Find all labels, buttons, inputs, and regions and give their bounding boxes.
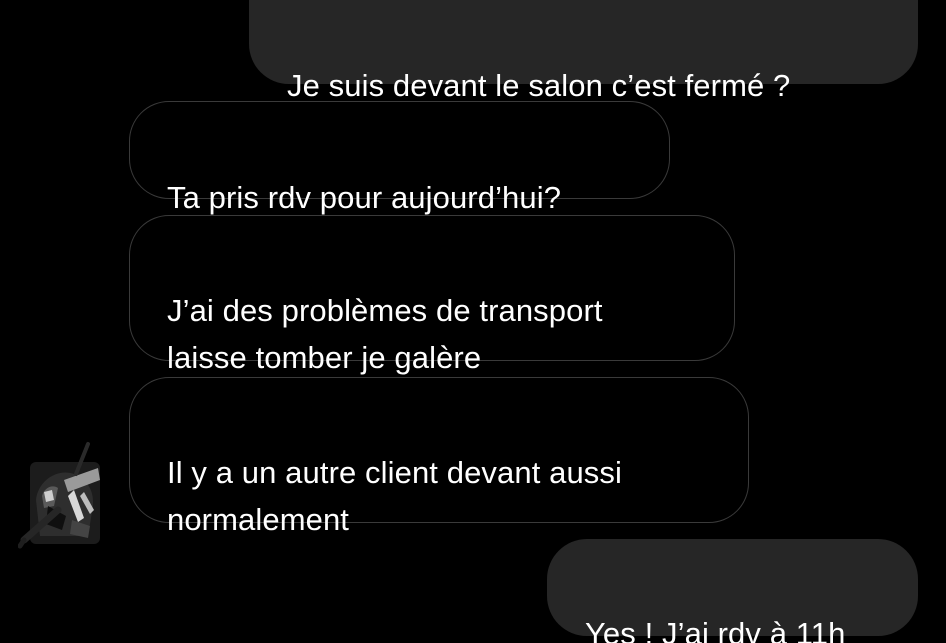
sent-message-bubble[interactable]: Yes ! J’ai rdv à 11h	[547, 539, 918, 643]
message-text: Ta pris rdv pour aujourd’hui?	[167, 180, 562, 215]
contact-avatar-icon[interactable]	[17, 440, 108, 550]
message-text: Je suis devant le salon c’est fermé ?	[287, 68, 791, 103]
received-message-bubble[interactable]: J’ai des problèmes de transport laisse t…	[129, 215, 735, 375]
sent-message-bubble[interactable]: Je suis devant le salon c’est fermé ?	[249, 0, 918, 103]
message-text: Il y a un autre client devant aussi norm…	[167, 455, 622, 537]
message-text: Yes ! J’ai rdv à 11h	[585, 616, 846, 643]
received-message-bubble[interactable]: Ta pris rdv pour aujourd’hui?	[129, 101, 670, 215]
message-text: J’ai des problèmes de transport laisse t…	[167, 293, 603, 375]
received-message-bubble[interactable]: Il y a un autre client devant aussi norm…	[129, 377, 749, 537]
